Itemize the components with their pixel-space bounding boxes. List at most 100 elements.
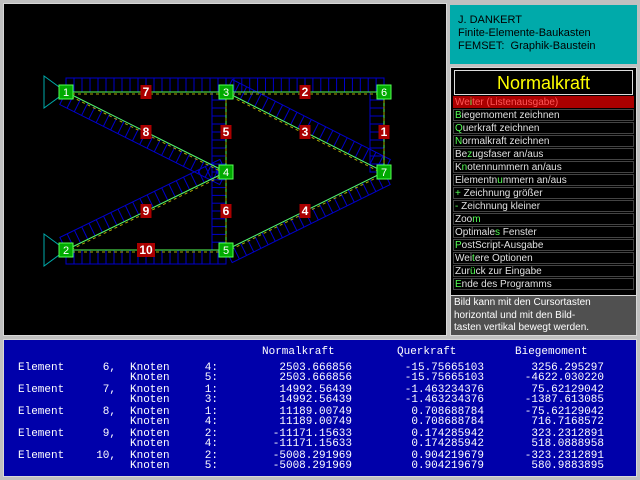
menu-item-text: Optimale — [455, 227, 496, 238]
menu-item[interactable]: Weiter (Listenausgabe) — [453, 96, 634, 108]
normalkraft-value: -11171.15633 — [272, 438, 352, 450]
force-diagram-hatch — [369, 152, 377, 165]
menu-item[interactable]: Optimales Fenster — [453, 226, 634, 238]
menu-item-text: iegemoment zeichnen — [461, 110, 560, 121]
force-diagram-hatch — [283, 108, 291, 122]
help-line-3: tasten vertikal bewegt werden. — [454, 322, 590, 333]
menu-item[interactable]: - Zeichnung kleiner — [453, 200, 634, 212]
force-diagram-hatch — [340, 137, 348, 151]
element-number: 6, — [102, 362, 116, 374]
menu-item-hotkey: B — [455, 110, 462, 121]
menu-item-text: ostScript-Ausgabe — [461, 240, 544, 251]
menu-item-text: K — [455, 162, 462, 173]
force-diagram-hatch — [132, 201, 140, 215]
menu-item-text: ormalkraft zeichnen — [462, 136, 550, 147]
force-diagram-hatch — [73, 230, 81, 244]
normalkraft-value: -5008.291969 — [272, 460, 352, 472]
menu-item-text: Be — [455, 149, 468, 160]
force-diagram-hatch — [175, 180, 183, 194]
knoten-label: Knoten — [130, 416, 170, 428]
force-diagram-hatch — [161, 187, 169, 201]
menu-item-text: otennummern an/aus — [467, 162, 562, 173]
knoten-label: Knoten — [130, 438, 170, 450]
force-diagram-hatch — [268, 101, 276, 115]
program-info-box: J. DANKERT Finite-Elemente-Baukasten FEM… — [450, 5, 637, 64]
menu-item-text: ter (Listenausgabe) — [472, 97, 559, 108]
node-number: 1 — [63, 87, 69, 99]
help-box: Bild kann mit den Cursortasten horizonta… — [450, 295, 637, 336]
force-diagram-hatch — [102, 113, 111, 127]
menu-item-text: ck zur Eingabe — [475, 266, 542, 277]
menu-item-hotkey: E — [455, 279, 462, 290]
force-diagram-hatch — [261, 232, 269, 246]
force-diagram-hatch — [183, 176, 191, 190]
force-diagram-hatch — [369, 178, 377, 192]
force-diagram-hatch — [73, 99, 81, 113]
program-name-label: Finite-Elemente-Baukasten — [458, 27, 591, 39]
node-number: 4 — [223, 167, 229, 179]
column-header-biegemoment: Biegemoment — [515, 346, 588, 358]
force-diagram-hatch — [117, 208, 125, 222]
menu-item[interactable]: Knotennummern an/aus — [453, 161, 634, 173]
menu-item[interactable]: Biegemoment zeichnen — [453, 109, 634, 121]
menu-item-hotkey: P — [455, 240, 462, 251]
element-number: 9, — [102, 428, 116, 440]
force-diagram-hatch — [311, 122, 319, 136]
force-diagram-hatch — [117, 120, 125, 134]
force-diagram-hatch — [283, 221, 291, 235]
element-number: 6 — [223, 204, 230, 218]
menu-item[interactable]: Elementnummern an/aus — [453, 174, 634, 186]
biegemoment-value: -4622.030220 — [524, 372, 604, 384]
menu-item[interactable]: Querkraft zeichnen — [453, 122, 634, 134]
force-diagram-hatch — [318, 203, 327, 217]
menu-item-text: Zur — [455, 266, 470, 277]
menu-item-text: ugsfaser an/aus — [472, 149, 544, 160]
force-diagram-hatch — [81, 226, 89, 240]
menu-item-hotkey: m — [472, 214, 481, 225]
menu-item[interactable]: Bezugsfaser an/aus — [453, 148, 634, 160]
menu-item-hotkey: Q — [455, 123, 463, 134]
menu-item[interactable]: + Zeichnung größer — [453, 187, 634, 199]
force-diagram-hatch — [340, 193, 348, 207]
element-number: 2 — [302, 85, 309, 99]
column-header-normalkraft: Normalkraft — [262, 346, 335, 358]
biegemoment-value: -1387.613085 — [524, 394, 604, 406]
structure-canvas[interactable]: 1 2 3 4 5 6 7 8 9 10 1 2 3 4 5 6 7 — [3, 3, 447, 336]
menu-list: Weiter (Listenausgabe) Biegemoment zeichn… — [451, 96, 636, 291]
biegemoment-value: 518.0888958 — [531, 438, 604, 450]
force-diagram-hatch — [333, 133, 341, 147]
knoten-label: Knoten — [130, 372, 170, 384]
force-diagram-hatch — [110, 212, 118, 226]
element-label: Element — [18, 384, 65, 396]
element-number: 7, — [102, 384, 116, 396]
force-diagram-hatch — [362, 148, 370, 162]
menu-item-text: ere Optionen — [474, 253, 533, 264]
node-number: 3 — [223, 87, 229, 99]
menu-item[interactable]: Zurück zur Eingabe — [453, 265, 634, 277]
knoten-label: Knoten — [130, 394, 170, 406]
force-diagram-hatch — [261, 97, 269, 111]
force-diagram-hatch — [182, 153, 191, 167]
force-diagram-hatch — [204, 166, 212, 180]
element-number: 3 — [302, 125, 309, 139]
normalkraft-value: 11189.00749 — [279, 416, 352, 428]
menu-item[interactable]: Weitere Optionen — [453, 252, 634, 264]
menu-item[interactable]: PostScript-Ausgabe — [453, 239, 634, 251]
force-diagram-hatch — [290, 112, 298, 125]
force-diagram-hatch — [354, 144, 363, 158]
menu-item-text: Zeichnung kleiner — [458, 201, 541, 212]
querkraft-value: -1.463234376 — [404, 394, 484, 406]
force-diagram-hatch — [318, 126, 327, 140]
normalkraft-value: 14992.56439 — [279, 394, 352, 406]
knoten-label: Knoten — [130, 460, 170, 472]
force-diagram-hatch — [175, 149, 183, 163]
element-number: 1 — [381, 125, 388, 139]
element-number: 10, — [96, 450, 116, 462]
element-label: Element — [18, 450, 65, 462]
force-diagram-hatch — [161, 142, 169, 156]
menu-item[interactable]: Zoom — [453, 213, 634, 225]
force-diagram-hatch — [362, 182, 370, 196]
menu-item[interactable]: Ende des Programms — [453, 278, 634, 290]
force-diagram-hatch — [95, 109, 103, 123]
menu-item[interactable]: Normalkraft zeichnen — [453, 135, 634, 147]
